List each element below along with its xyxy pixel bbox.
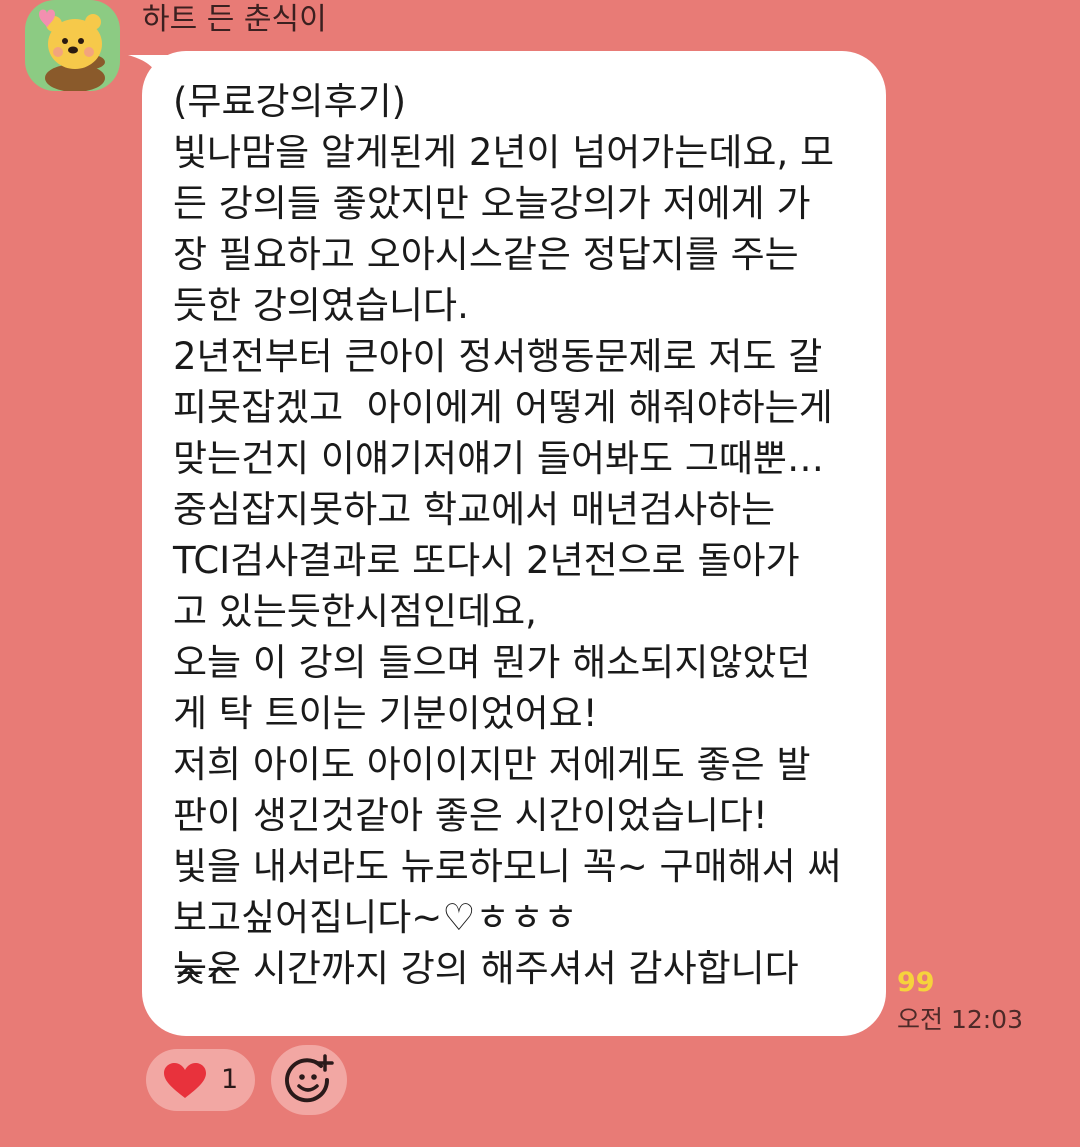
message-line: 판이 생긴것같아 좋은 시간이었습니다! (173, 794, 768, 837)
message-line: 빛을 내서라도 뉴로하모니 꼭~ 구매해서 써 (173, 845, 842, 888)
message-line: 오늘 이 강의 들으며 뭔가 해소되지않았던 (173, 641, 811, 684)
message-line: 중심잡지못하고 학교에서 매년검사하는 (173, 488, 776, 531)
message-line: 빛나맘을 알게된게 2년이 넘어가는데요, 모 (173, 131, 835, 174)
message-line: ^^ (173, 960, 236, 1003)
add-reaction-button[interactable] (271, 1045, 347, 1115)
message-line: (무료강의후기) (173, 80, 407, 123)
message-line: 든 강의들 좋았지만 오늘강의가 저에게 가 (173, 182, 811, 225)
add-emoji-icon (285, 1054, 334, 1103)
message-line: 장 필요하고 오아시스같은 정답지를 주는 (173, 233, 799, 276)
message-line: TCI검사결과로 또다시 2년전으로 돌아가 (173, 539, 800, 582)
message-line: 맞는건지 이얘기저얘기 들어봐도 그때뿐… (173, 437, 824, 480)
unread-count: 99 (897, 967, 935, 998)
message-line: 늦은 시간까지 강의 해주셔서 감사합니다 (173, 947, 799, 990)
heart-reaction-count: 1 (221, 1064, 239, 1095)
sender-avatar[interactable] (25, 0, 120, 91)
message-line: 게 탁 트이는 기분이었어요! (173, 692, 598, 735)
sender-name: 하트 든 춘식이 (142, 2, 327, 37)
message-line: 보고싶어집니다~♡ㅎㅎㅎ (173, 896, 578, 939)
message-time: 오전 12:03 (897, 1005, 1023, 1034)
choonsik-character-icon (39, 9, 105, 91)
message-line: 고 있는듯한시점인데요, (173, 590, 537, 633)
heart-icon (164, 1063, 206, 1098)
heart-reaction-button[interactable]: 1 (146, 1049, 255, 1111)
message-line: 듯한 강의였습니다. (173, 284, 469, 327)
message-line: 저희 아이도 아이이지만 저에게도 좋은 발 (173, 743, 811, 786)
message-line: 2년전부터 큰아이 정서행동문제로 저도 갈 (173, 335, 823, 378)
message-line: 피못잡겠고 아이에게 어떻게 해줘야하는게 (173, 386, 833, 429)
